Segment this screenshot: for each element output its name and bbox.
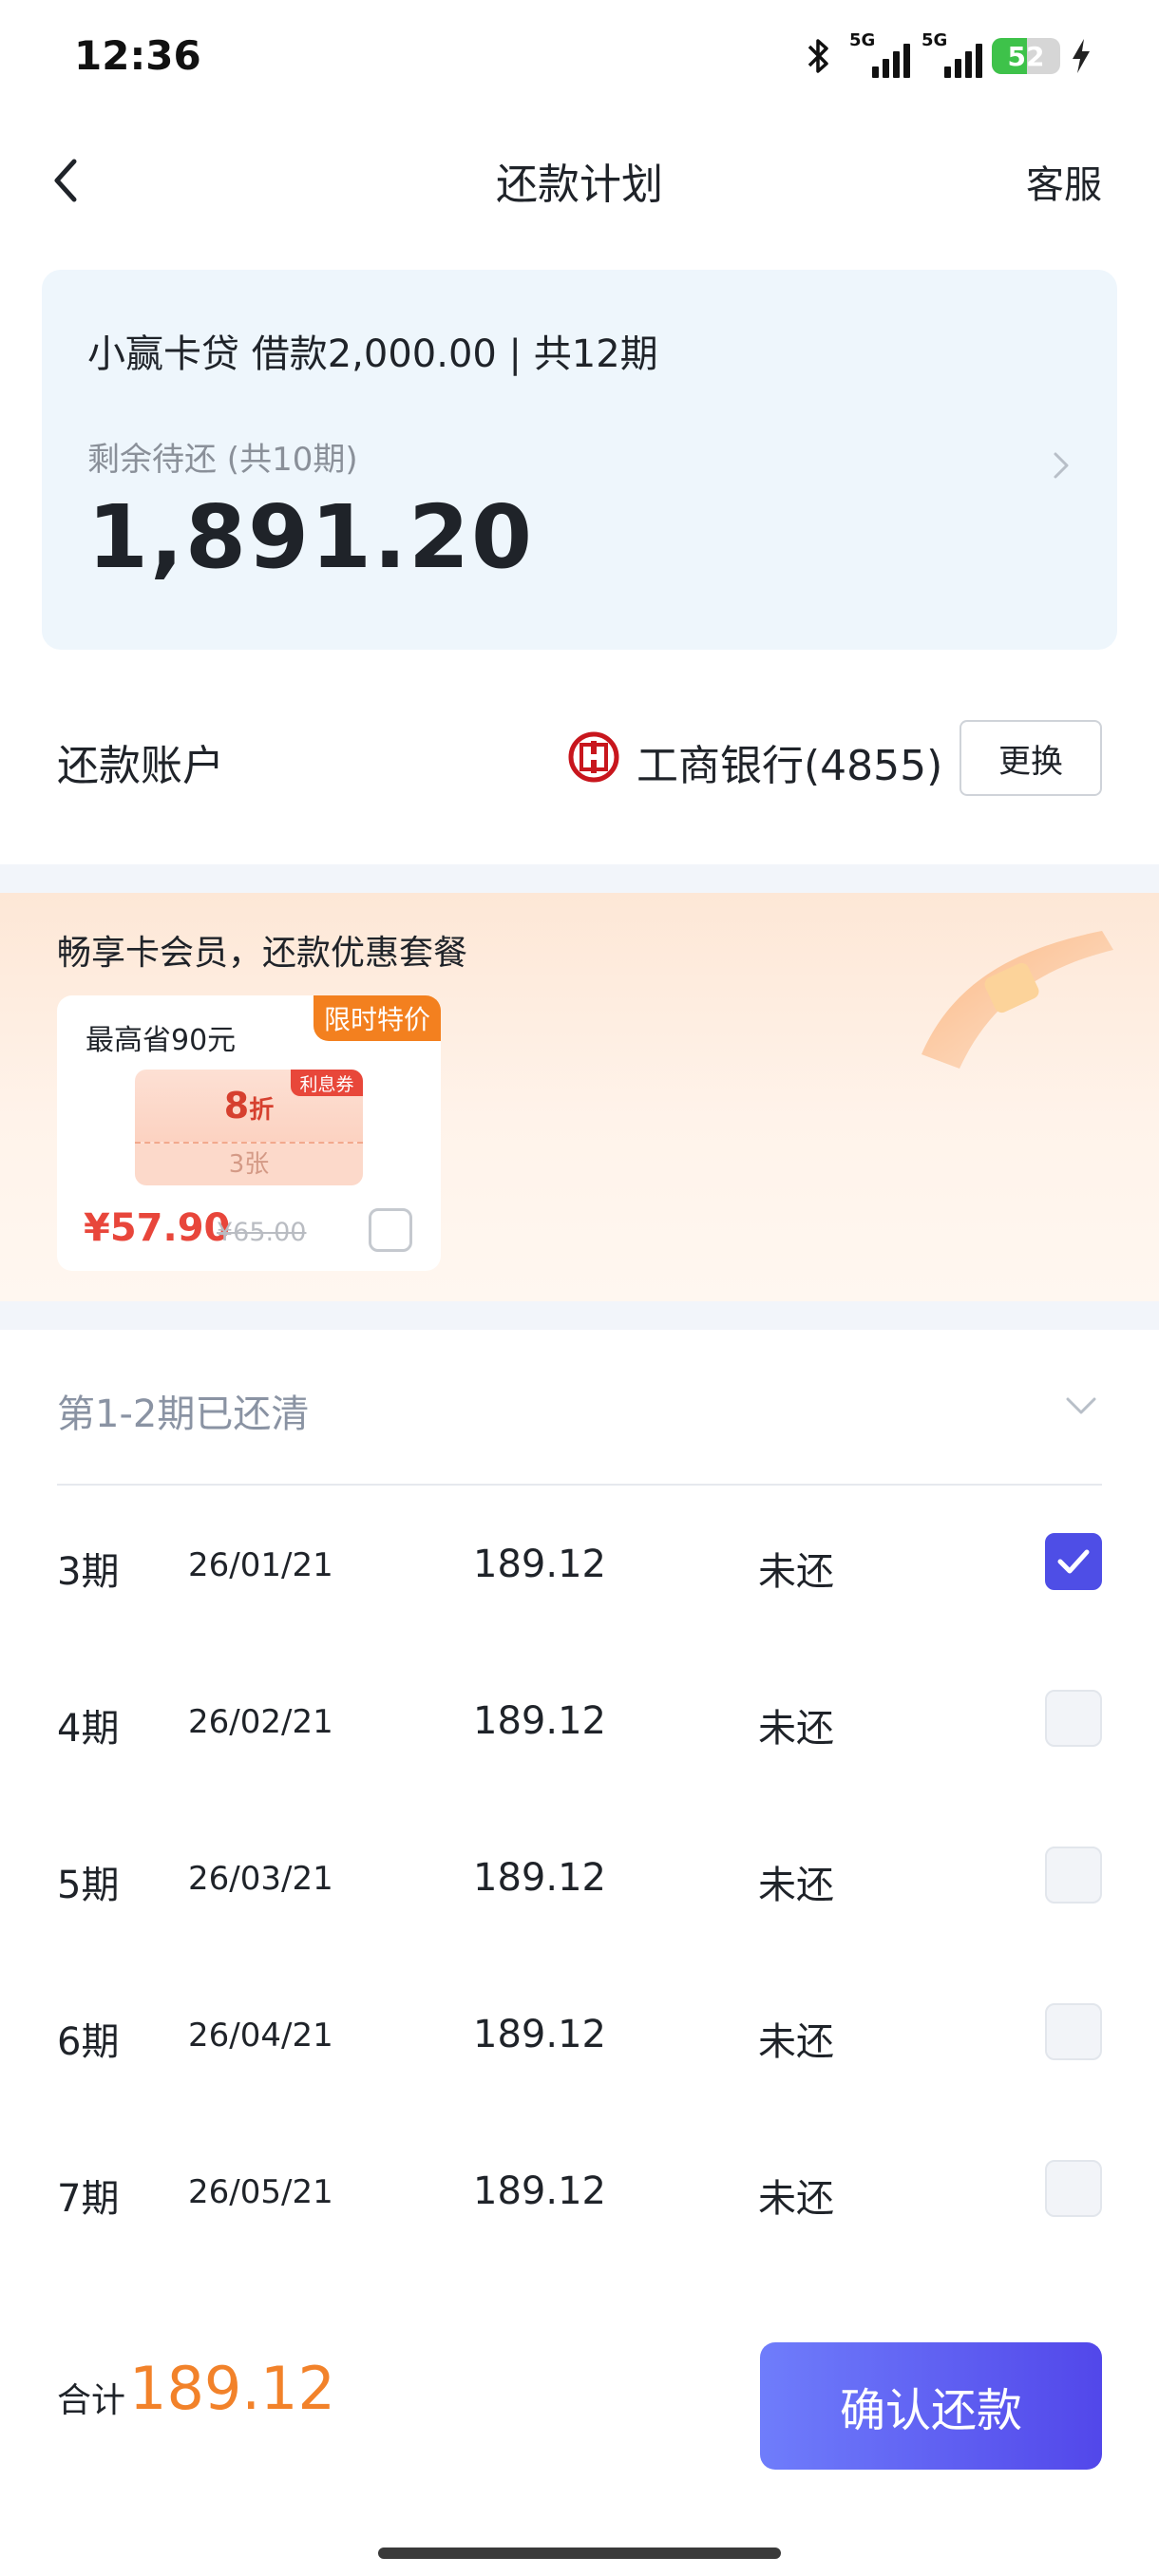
customer-service-link[interactable]: 客服 [1026,154,1102,209]
signal-icon-sim2: 5G [920,30,982,78]
installment-period: 7期 [57,2177,120,2221]
installment-amount: 189.12 [473,1699,606,1743]
installment-date: 26/03/21 [188,1860,333,1898]
remaining-label: 剩余待还 (共10期) [87,441,358,479]
installment-period: 5期 [57,1864,120,1907]
status-time: 12:36 [74,32,201,79]
coupon-discount-value: 8 [223,1085,250,1127]
battery-icon: 52 [992,38,1060,74]
installment-checkbox[interactable] [1045,2003,1102,2060]
installment-period: 6期 [57,2020,120,2064]
installment-amount: 189.12 [473,1543,606,1586]
interest-coupon: 8折 利息券 3张 [135,1070,363,1187]
status-icons: 5G 5G 52 [800,30,1092,80]
installment-status: 未还 [758,1550,834,1594]
installment-checkbox[interactable] [1045,1847,1102,1904]
promo-title: 畅享卡会员，还款优惠套餐 [57,934,468,973]
paid-summary-text: 第1-2期已还清 [57,1392,310,1436]
bottom-action-bar: 合计 189.12 确认还款 [0,2308,1159,2498]
signal-icon-sim1: 5G [847,30,910,78]
back-icon[interactable] [38,152,95,209]
installment-date: 26/02/21 [188,1703,333,1741]
installment-date: 26/04/21 [188,2017,333,2055]
promo-price: ¥57.90 [84,1206,231,1250]
installment-status: 未还 [758,2020,834,2064]
status-bar: 12:36 5G 5G 52 [0,0,1159,114]
coupon-badge: 利息券 [291,1070,363,1096]
account-label: 还款账户 [57,742,224,790]
remaining-amount: 1,891.20 [87,486,534,588]
icbc-logo-icon [568,731,619,783]
installment-date: 26/01/21 [188,1546,333,1584]
loan-summary-card[interactable]: 小赢卡贷 借款2,000.00 | 共12期 剩余待还 (共10期) 1,891… [42,270,1117,650]
home-indicator[interactable] [378,2548,781,2559]
promo-package-card[interactable]: 最高省90元 限时特价 8折 利息券 3张 ¥57.90 ¥65.00 [57,995,441,1271]
checkmark-icon [1057,1549,1090,1574]
installment-row[interactable]: 5期 26/03/21 189.12 未还 [57,1824,1102,1938]
chevron-right-icon [1054,452,1069,479]
chevron-down-icon [1066,1397,1096,1414]
charging-bolt-icon [1073,39,1090,73]
membership-promo-banner: 畅享卡会员，还款优惠套餐 最高省90元 限时特价 8折 利息券 3张 ¥57.9… [0,893,1159,1301]
installment-checkbox[interactable] [1045,1690,1102,1747]
limited-offer-tag: 限时特价 [314,995,441,1041]
installment-checkbox[interactable] [1045,2160,1102,2217]
repayment-account-row: 还款账户 工商银行(4855) 更换 [0,703,1159,817]
coupon-count: 3张 [135,1144,363,1185]
installment-amount: 189.12 [473,2013,606,2056]
installment-status: 未还 [758,1864,834,1907]
battery-level: 52 [1007,41,1045,72]
ticket-decoration-icon [922,931,1113,1069]
installment-amount: 189.12 [473,2169,606,2213]
installment-status: 未还 [758,1707,834,1751]
installment-row[interactable]: 3期 26/01/21 189.12 未还 [57,1510,1102,1624]
paid-installments-toggle[interactable]: 第1-2期已还清 [57,1349,1102,1486]
installment-checkbox[interactable] [1045,1533,1102,1590]
section-divider [0,1301,1159,1330]
nav-bar: 还款计划 客服 [0,123,1159,237]
promo-original-price: ¥65.00 [217,1218,307,1247]
installment-row[interactable]: 6期 26/04/21 189.12 未还 [57,1980,1102,2094]
bluetooth-icon [808,39,828,73]
change-account-button[interactable]: 更换 [960,720,1102,796]
installment-period: 4期 [57,1707,120,1751]
promo-checkbox[interactable] [369,1208,412,1252]
bank-account-name: 工商银行(4855) [636,742,943,790]
installment-period: 3期 [57,1550,120,1594]
total-label: 合计 [57,2381,126,2420]
confirm-repayment-button[interactable]: 确认还款 [760,2342,1102,2470]
installment-status: 未还 [758,2177,834,2221]
promo-save-text: 最高省90元 [86,1024,237,1057]
installment-amount: 189.12 [473,1856,606,1900]
section-divider [0,864,1159,893]
loan-title: 小赢卡贷 借款2,000.00 | 共12期 [87,332,658,376]
installment-row[interactable]: 4期 26/02/21 189.12 未还 [57,1667,1102,1781]
page-title: 还款计划 [496,161,663,209]
installment-date: 26/05/21 [188,2173,333,2211]
coupon-discount-unit: 折 [249,1096,275,1125]
total-amount: 189.12 [129,2354,335,2423]
installment-row[interactable]: 7期 26/05/21 189.12 未还 [57,2137,1102,2251]
